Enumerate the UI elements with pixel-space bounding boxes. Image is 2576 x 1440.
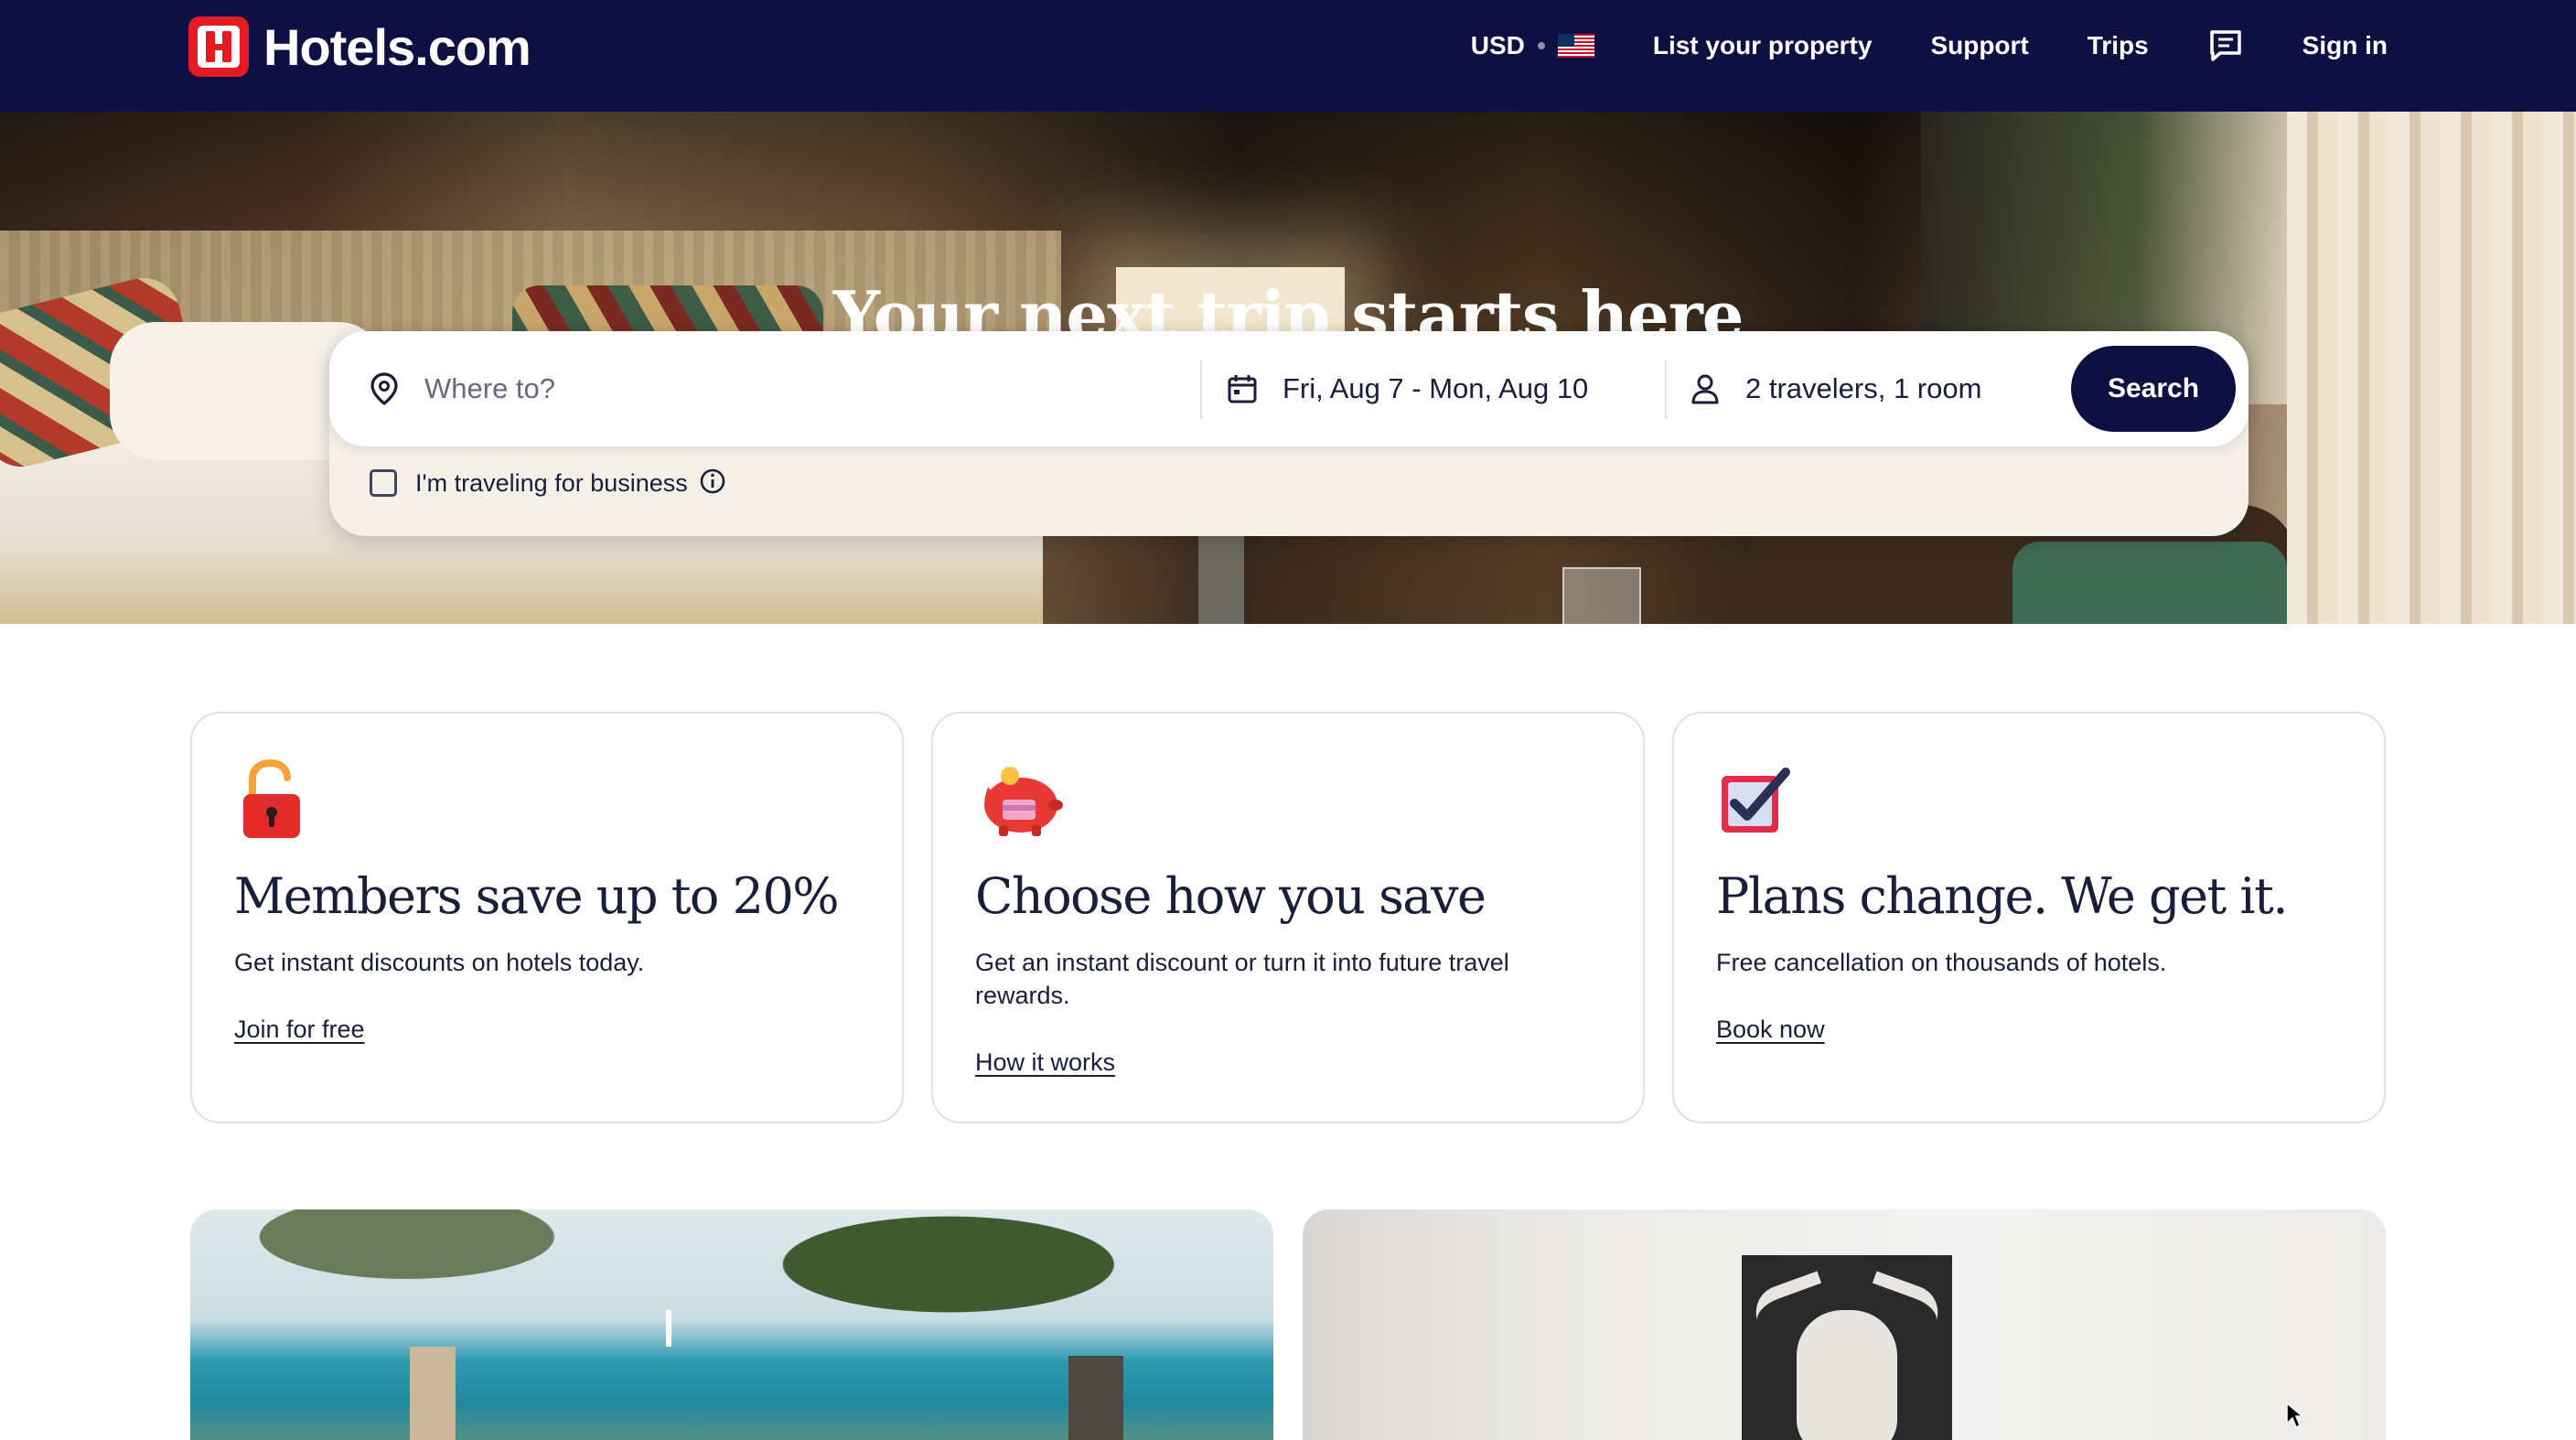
benefit-card: Plans change. We get it. Free cancellati…: [1672, 712, 2386, 1123]
travelers-value: 2 travelers, 1 room: [1745, 372, 1982, 404]
join-for-free-link[interactable]: Join for free: [234, 1016, 365, 1044]
chat-icon[interactable]: [2207, 27, 2244, 64]
benefit-card: Members save up to 20% Get instant disco…: [190, 712, 904, 1123]
card-description: Get an instant discount or turn it into …: [975, 949, 1509, 1009]
book-now-link[interactable]: Book now: [1716, 1016, 1825, 1044]
beach-promo-image[interactable]: [190, 1209, 1273, 1440]
info-icon[interactable]: [699, 467, 726, 500]
search-button[interactable]: Search: [2071, 346, 2236, 432]
hotels-logo-icon: [188, 16, 249, 77]
destination-field[interactable]: Where to?: [366, 331, 1198, 446]
checkbox-checked-icon: [1716, 759, 1790, 842]
field-divider: [1665, 360, 1667, 419]
card-title: Choose how you save: [975, 867, 1487, 925]
sign-in-link[interactable]: Sign in: [2302, 31, 2388, 60]
destination-placeholder: Where to?: [424, 372, 556, 404]
nav-links: USD List your property Support Trips Sig…: [1471, 0, 2388, 91]
card-description: Get instant discounts on hotels today.: [234, 949, 645, 976]
business-travel-option[interactable]: I'm traveling for business: [370, 468, 726, 498]
piggy-bank-icon: [975, 759, 1067, 842]
support-link[interactable]: Support: [1930, 31, 2028, 60]
dates-value: Fri, Aug 7 - Mon, Aug 10: [1283, 372, 1589, 404]
currency-label: USD: [1470, 31, 1525, 59]
business-checkbox-label: I'm traveling for business: [415, 468, 688, 497]
dates-field[interactable]: Fri, Aug 7 - Mon, Aug 10: [1224, 331, 1663, 446]
us-flag-icon: [1557, 34, 1594, 58]
brand-logo[interactable]: Hotels.com: [188, 16, 531, 77]
travelers-field[interactable]: 2 travelers, 1 room: [1687, 331, 2025, 446]
search-bar: Where to? Fri, Aug 7 - Mon, Aug 10 2 tra…: [329, 331, 2249, 446]
benefit-cards: Members save up to 20% Get instant disco…: [190, 712, 2386, 1123]
unlocked-padlock-icon: [234, 758, 307, 842]
list-property-link[interactable]: List your property: [1653, 31, 1873, 60]
field-divider: [1200, 360, 1202, 419]
mouse-cursor-icon: [2285, 1402, 2305, 1429]
card-title: Members save up to 20%: [234, 867, 840, 925]
location-pin-icon: [366, 371, 402, 407]
search-panel: Where to? Fri, Aug 7 - Mon, Aug 10 2 tra…: [329, 331, 2249, 536]
business-checkbox[interactable]: [370, 469, 397, 497]
currency-selector[interactable]: USD: [1471, 31, 1594, 60]
separator-dot: [1537, 42, 1545, 49]
calendar-icon: [1224, 371, 1261, 407]
how-it-works-link[interactable]: How it works: [975, 1048, 1115, 1077]
top-navbar: Hotels.com USD List your property Suppor…: [0, 0, 2576, 112]
card-title: Plans change. We get it.: [1716, 867, 2289, 925]
person-icon: [1687, 371, 1723, 407]
card-description: Free cancellation on thousands of hotels…: [1716, 949, 2167, 976]
room-promo-image[interactable]: [1303, 1209, 2386, 1440]
benefit-card: Choose how you save Get an instant disco…: [931, 712, 1645, 1123]
trips-link[interactable]: Trips: [2088, 31, 2149, 60]
brand-name: Hotels.com: [263, 17, 531, 76]
